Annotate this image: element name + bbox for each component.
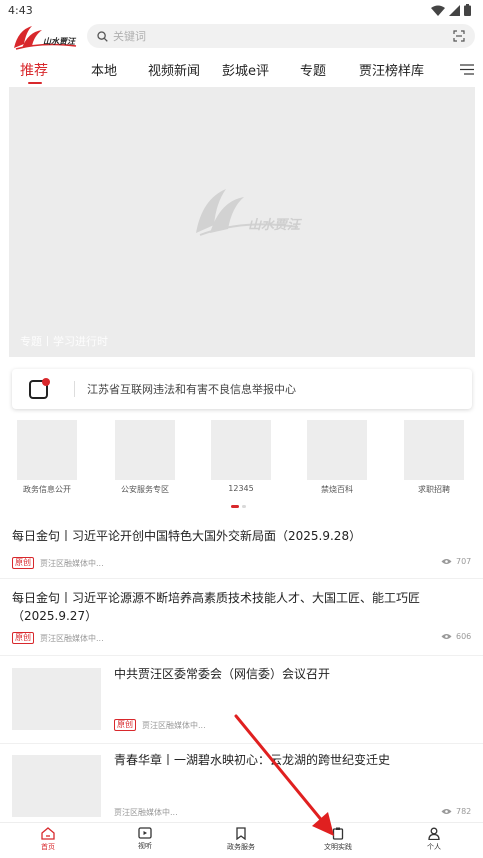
- service-burning-ban[interactable]: 禁烧百科: [306, 420, 368, 495]
- carousel-dot-active: [231, 505, 239, 508]
- news-title[interactable]: 每日金句丨习近平论源源不断培养高素质技术技能人才、大国工匠、能工巧匠（2025.…: [12, 589, 472, 625]
- svg-text:山水贾汪: 山水贾汪: [43, 36, 77, 46]
- report-center-card[interactable]: 江苏省互联网违法和有害不良信息举报中心: [12, 369, 472, 409]
- original-badge: 原创: [12, 557, 34, 569]
- person-icon: [428, 827, 440, 840]
- service-label: 公安服务专区: [121, 485, 169, 494]
- report-divider: [74, 381, 75, 397]
- nav-label: 个人: [427, 843, 441, 851]
- tab-video-news[interactable]: 视频新闻: [148, 60, 200, 79]
- carousel-dot: [242, 505, 246, 508]
- original-badge: 原创: [12, 632, 34, 644]
- menu-icon[interactable]: [460, 64, 474, 75]
- channel-tabs: 推荐 本地 视频新闻 彭城e评 专题 贾汪榜样库: [0, 56, 483, 86]
- news-source: 贾汪区融媒体中...: [142, 720, 206, 730]
- top-bar: 山水贾汪 关键词: [0, 22, 483, 52]
- carousel-dots: [231, 505, 246, 508]
- nav-home[interactable]: 首页: [18, 827, 78, 852]
- service-12345[interactable]: 12345: [210, 420, 272, 493]
- view-count: 606: [441, 632, 471, 641]
- news-source: 贾汪区融媒体中...: [40, 558, 104, 568]
- news-meta: 原创 贾汪区融媒体中...: [114, 719, 206, 731]
- video-icon: [138, 827, 152, 839]
- nav-video[interactable]: 视听: [115, 827, 175, 851]
- search-placeholder: 关键词: [113, 30, 146, 43]
- nav-label: 首页: [41, 843, 55, 851]
- status-time: 4:43: [8, 3, 33, 17]
- view-count-value: 782: [456, 807, 472, 816]
- nav-profile[interactable]: 个人: [404, 827, 464, 852]
- service-label: 禁烧百科: [321, 485, 353, 494]
- bottom-nav: 首页 视听 政务服务 文明实践 个人: [0, 822, 483, 858]
- nav-label: 视听: [138, 842, 152, 850]
- tab-special[interactable]: 专题: [300, 60, 326, 79]
- eye-icon: [441, 809, 452, 814]
- status-icons: [431, 4, 471, 16]
- view-count: 707: [441, 557, 471, 566]
- tab-recommend[interactable]: 推荐: [20, 60, 48, 80]
- service-gov-info[interactable]: 政务信息公开: [16, 420, 78, 495]
- view-count-value: 606: [456, 632, 472, 641]
- eye-icon: [441, 559, 452, 564]
- search-icon: [97, 30, 108, 42]
- news-title[interactable]: 中共贾汪区委常委会（网信委）会议召开: [114, 665, 474, 683]
- report-icon: [29, 378, 50, 399]
- clipboard-icon: [332, 827, 344, 840]
- tab-local[interactable]: 本地: [91, 60, 117, 79]
- tab-pengcheng-review[interactable]: 彭城e评: [222, 60, 269, 79]
- news-source: 贾汪区融媒体中...: [114, 808, 178, 817]
- view-count-value: 707: [456, 557, 472, 566]
- service-jobs[interactable]: 求职招聘: [403, 420, 465, 495]
- service-label: 政务信息公开: [23, 485, 71, 494]
- signal-icon: [449, 4, 460, 16]
- home-icon: [41, 827, 55, 840]
- battery-icon: [464, 4, 471, 16]
- tab-role-models[interactable]: 贾汪榜样库: [359, 60, 424, 79]
- scan-icon[interactable]: [453, 30, 465, 42]
- banner-carousel[interactable]: 山水贾汪 专题丨学习进行时: [9, 87, 475, 357]
- news-meta: 原创 贾汪区融媒体中...: [12, 557, 104, 569]
- banner-placeholder-logo: 山水贾汪: [196, 189, 302, 236]
- nav-gov-service[interactable]: 政务服务: [211, 827, 271, 852]
- news-thumbnail[interactable]: [12, 755, 101, 817]
- news-meta: 贾汪区融媒体中...: [114, 807, 178, 818]
- tab-active-indicator: [28, 82, 42, 84]
- news-title[interactable]: 青春华章丨一湖碧水映初心：云龙湖的跨世纪变迁史: [114, 751, 474, 769]
- news-source: 贾汪区融媒体中...: [40, 633, 104, 643]
- nav-label: 文明实践: [324, 843, 352, 851]
- service-label: 求职招聘: [418, 485, 450, 494]
- divider: [0, 578, 483, 579]
- service-thumb: [115, 420, 175, 480]
- svg-text:山水贾汪: 山水贾汪: [248, 217, 302, 233]
- view-count: 782: [441, 807, 471, 816]
- service-thumb: [307, 420, 367, 480]
- service-thumb: [211, 420, 271, 480]
- divider: [0, 743, 483, 744]
- search-bar[interactable]: 关键词: [87, 24, 475, 48]
- original-badge: 原创: [114, 719, 136, 731]
- banner-caption: 专题丨学习进行时: [20, 335, 108, 348]
- divider: [0, 655, 483, 656]
- service-thumb: [17, 420, 77, 480]
- app-logo: 山水贾汪: [14, 26, 77, 50]
- report-center-text: 江苏省互联网违法和有害不良信息举报中心: [87, 383, 296, 396]
- service-police[interactable]: 公安服务专区: [114, 420, 176, 495]
- wifi-icon: [431, 5, 445, 16]
- bookmark-icon: [236, 827, 246, 840]
- status-bar: 4:43: [0, 0, 483, 20]
- nav-civilization-practice[interactable]: 文明实践: [308, 827, 368, 852]
- service-label: 12345: [228, 484, 254, 493]
- eye-icon: [441, 634, 452, 639]
- news-meta: 原创 贾汪区融媒体中...: [12, 632, 104, 644]
- news-thumbnail[interactable]: [12, 668, 101, 730]
- service-thumb: [404, 420, 464, 480]
- news-title[interactable]: 每日金句丨习近平论开创中国特色大国外交新局面（2025.9.28）: [12, 527, 472, 545]
- nav-label: 政务服务: [227, 843, 255, 851]
